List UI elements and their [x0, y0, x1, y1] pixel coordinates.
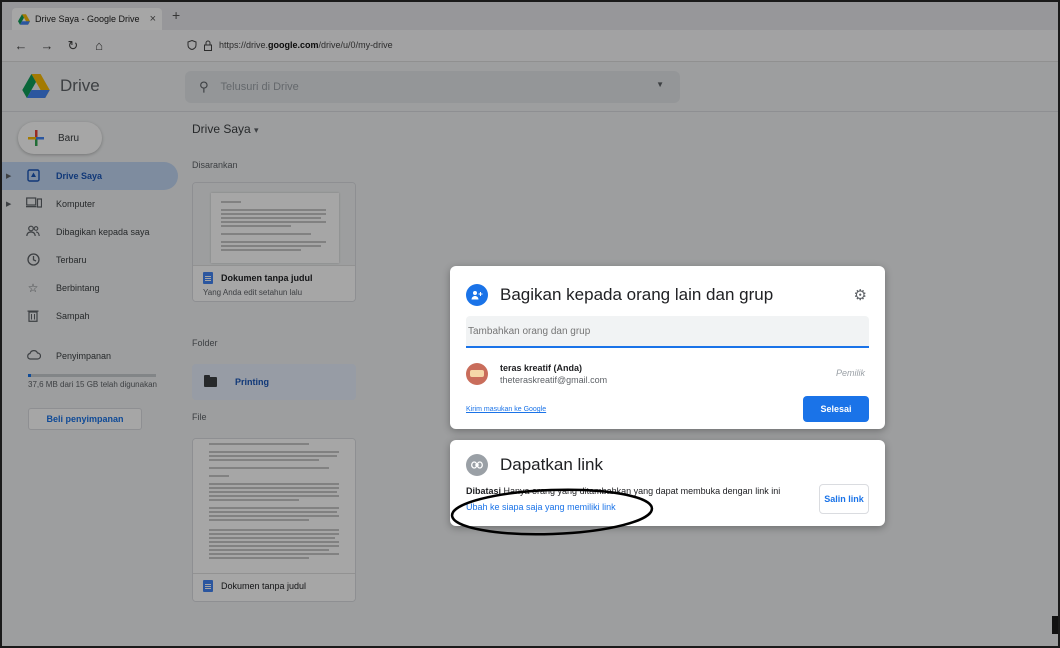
person-email: theteraskreatif@gmail.com: [500, 375, 608, 385]
corner-artifact: [1052, 616, 1058, 634]
person-role: Pemilik: [835, 368, 865, 378]
done-button[interactable]: Selesai: [803, 396, 869, 422]
share-dialog-header: Bagikan kepada orang lain dan grup: [466, 284, 773, 306]
get-link-dialog: Dapatkan link Dibatasi Hanya orang yang …: [450, 440, 885, 526]
person-name: teras kreatif (Anda): [500, 363, 583, 373]
owner-row: teras kreatif (Anda) theteraskreatif@gma…: [466, 358, 869, 390]
avatar: [466, 363, 488, 385]
change-access-link[interactable]: Ubah ke siapa saja yang memiliki link: [466, 502, 616, 512]
screenshot-frame: Drive Saya - Google Drive × + ← → ↻ ⌂ ht…: [0, 0, 1060, 648]
link-access-description: Dibatasi Hanya orang yang ditambahkan ya…: [466, 486, 781, 496]
add-person-icon: [466, 284, 488, 306]
add-people-input[interactable]: [466, 316, 869, 348]
link-icon: [466, 454, 488, 476]
get-link-title: Dapatkan link: [500, 455, 604, 474]
share-dialog-title: Bagikan kepada orang lain dan grup: [500, 285, 774, 304]
gear-icon[interactable]: ⚙: [854, 286, 867, 304]
get-link-header: Dapatkan link: [466, 454, 603, 476]
share-dialog: Bagikan kepada orang lain dan grup ⚙ ter…: [450, 266, 885, 429]
send-feedback-link[interactable]: Kirim masukan ke Google: [466, 406, 546, 413]
copy-link-button[interactable]: Salin link: [819, 484, 869, 514]
